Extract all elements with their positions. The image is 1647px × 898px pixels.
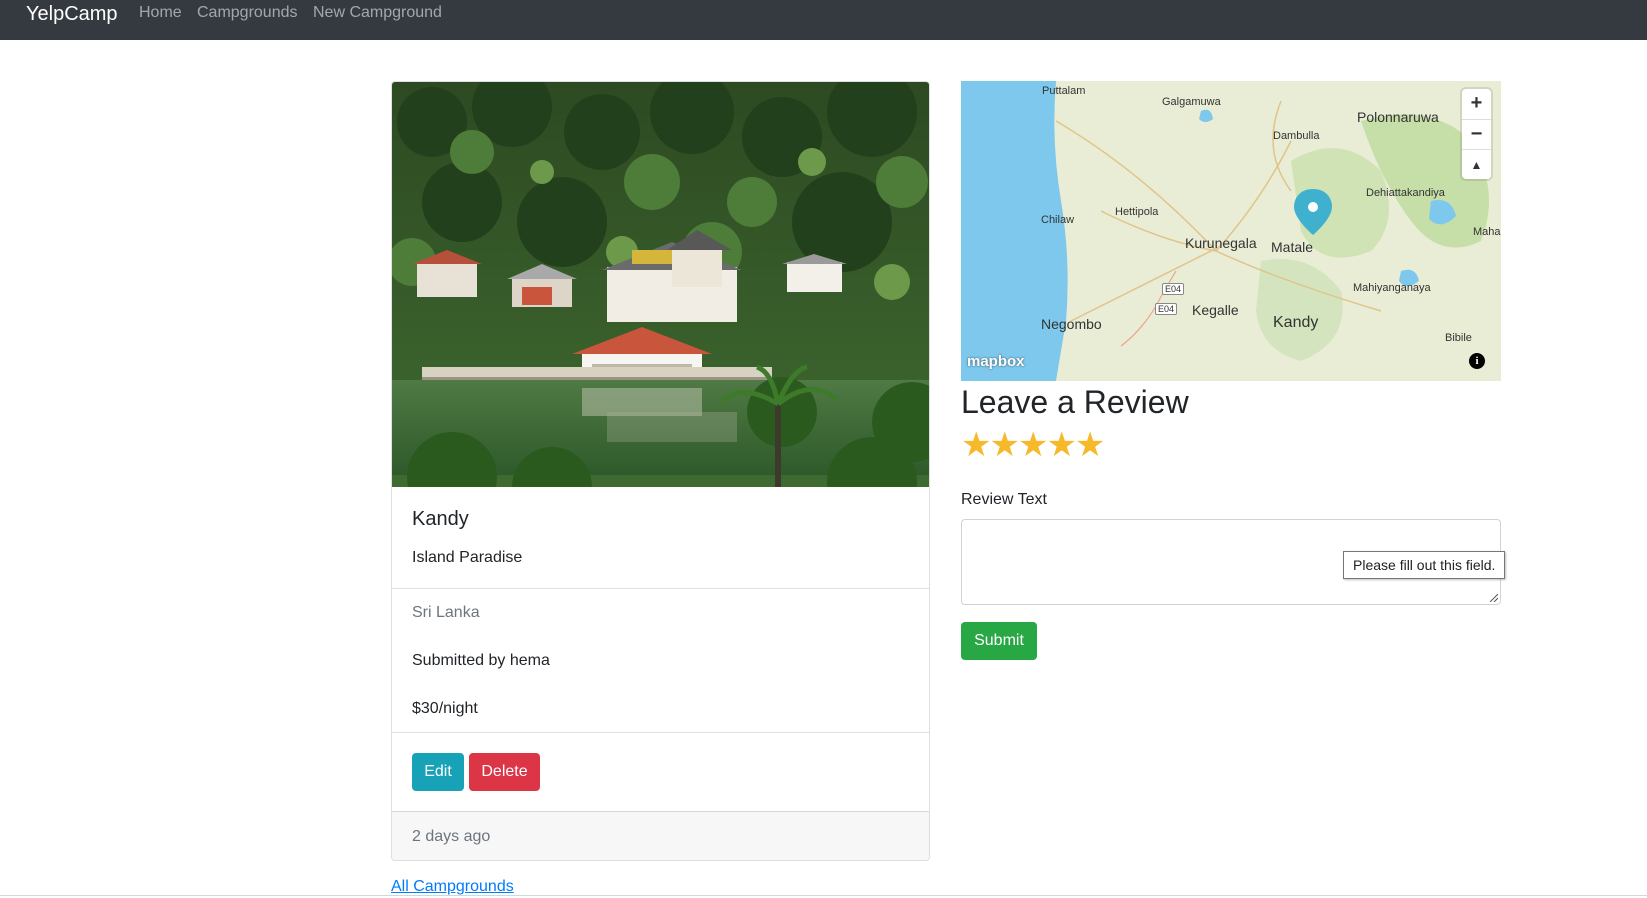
card-footer: 2 days ago	[392, 811, 929, 860]
map-label: Kegalle	[1192, 302, 1239, 318]
brand-link[interactable]: YelpCamp	[26, 3, 118, 26]
map-label: Galgamuwa	[1162, 96, 1221, 108]
nav-link-campgrounds[interactable]: Campgrounds	[197, 4, 298, 22]
submitted-by: Submitted by hema	[412, 652, 550, 669]
zoom-out-button[interactable]: −	[1462, 119, 1491, 149]
mapbox-logo[interactable]: mapbox	[967, 353, 1025, 370]
map-label: Maha	[1473, 226, 1501, 238]
review-heading: Leave a Review	[961, 384, 1189, 420]
compass-icon[interactable]: ▲	[1462, 149, 1491, 179]
map-label: Kandy	[1273, 314, 1319, 331]
map-label: Puttalam	[1042, 85, 1086, 97]
campground-image	[392, 82, 929, 487]
campground-description: Island Paradise	[412, 549, 523, 566]
highway-shield: E04	[1162, 283, 1185, 295]
resize-handle-icon[interactable]	[1488, 592, 1498, 602]
map-label: Dambulla	[1273, 130, 1320, 142]
map-controls: + − ▲	[1462, 89, 1491, 179]
map-label: Hettipola	[1115, 206, 1159, 218]
page-bottom-line	[0, 895, 1647, 896]
map-label: Kurunegala	[1185, 235, 1257, 251]
submit-button[interactable]: Submit	[961, 622, 1037, 660]
star-rating[interactable]: ★★★★★	[961, 425, 1105, 465]
divider	[392, 732, 929, 733]
edit-button[interactable]: Edit	[412, 753, 464, 791]
map-label: Polonnaruwa	[1357, 109, 1439, 125]
validation-tooltip: Please fill out this field.	[1343, 551, 1506, 579]
divider	[392, 588, 929, 589]
campground-location: Sri Lanka	[412, 604, 480, 621]
info-icon[interactable]: i	[1469, 353, 1485, 369]
all-campgrounds-link[interactable]: All Campgrounds	[391, 878, 514, 896]
highway-shield: E04	[1155, 303, 1178, 315]
map-label: Dehiattakandiya	[1366, 187, 1445, 199]
map-label: Bibile	[1445, 332, 1472, 344]
campground-card: Kandy Island Paradise Sri Lanka Submitte…	[391, 81, 930, 861]
map-label: Matale	[1271, 239, 1314, 255]
nav-link-new-campground[interactable]: New Campground	[313, 4, 442, 22]
delete-button[interactable]: Delete	[469, 753, 540, 791]
posted-time: 2 days ago	[412, 828, 491, 845]
campground-map[interactable]: Puttalam Galgamuwa Polonnaruwa Dambulla …	[961, 81, 1501, 381]
map-label: Chilaw	[1041, 214, 1075, 226]
map-label: Negombo	[1041, 316, 1102, 332]
navbar: YelpCamp Home Campgrounds New Campground	[0, 0, 1647, 40]
review-text-label: Review Text	[961, 491, 1047, 508]
zoom-in-button[interactable]: +	[1462, 89, 1491, 118]
campground-title: Kandy	[412, 508, 469, 530]
campground-price: $30/night	[412, 700, 478, 717]
map-label: Mahiyanganaya	[1353, 282, 1431, 294]
nav-link-home[interactable]: Home	[139, 4, 182, 22]
